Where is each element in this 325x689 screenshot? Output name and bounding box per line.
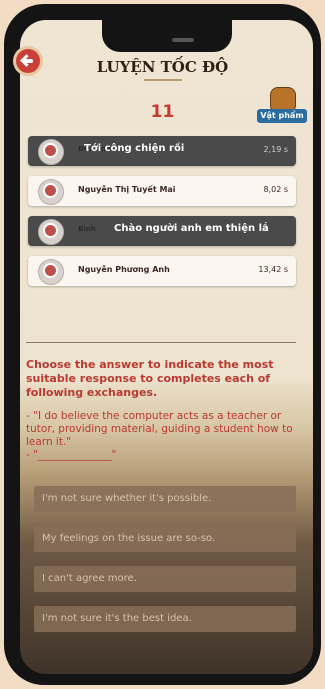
player-time: 2,19 s bbox=[263, 145, 288, 154]
question-instruction: Choose the answer to indicate the most s… bbox=[26, 358, 274, 399]
answer-option[interactable]: I'm not sure whether it's possible. bbox=[34, 486, 296, 512]
leaderboard-row: Nguyễn Thị Tuyết Mai 8,02 s bbox=[28, 176, 296, 206]
avatar bbox=[38, 179, 64, 205]
player-time: 8,02 s bbox=[263, 185, 288, 194]
answer-option[interactable]: My feelings on the issue are so-so. bbox=[34, 526, 296, 552]
title-ornament bbox=[144, 79, 182, 81]
avatar bbox=[38, 259, 64, 285]
leaderboard-row: Nguyễn Phương Anh 13,42 s bbox=[28, 256, 296, 286]
phone-notch bbox=[102, 20, 232, 52]
answer-option[interactable]: I'm not sure it's the best idea. bbox=[34, 606, 296, 632]
chat-bubble: Tới công chiện rồi bbox=[84, 143, 185, 154]
item-bag-button[interactable]: Vật phẩm bbox=[257, 87, 307, 127]
speaker-slot bbox=[172, 38, 194, 42]
answer-option[interactable]: I can't agree more. bbox=[34, 566, 296, 592]
section-divider bbox=[26, 342, 296, 343]
avatar bbox=[38, 139, 64, 165]
player-name: Nguyễn Phương Anh bbox=[78, 265, 170, 274]
leaderboard-row: Đức Anh Tới công chiện rồi 2,19 s bbox=[28, 136, 296, 166]
player-name: Bình bbox=[78, 225, 96, 233]
leaderboard-row: Bình Chào người anh em thiện lắ bbox=[28, 216, 296, 246]
page-title: LUYỆN TỐC ĐỘ bbox=[96, 58, 229, 76]
item-jar-icon bbox=[270, 87, 296, 111]
avatar bbox=[38, 219, 64, 245]
question-prompt: - "I do believe the computer acts as a t… bbox=[26, 410, 298, 462]
prompt-text: - "I do believe the computer acts as a t… bbox=[26, 410, 293, 448]
player-name: Nguyễn Thị Tuyết Mai bbox=[78, 185, 176, 194]
chat-bubble: Chào người anh em thiện lắ bbox=[114, 223, 269, 234]
player-time: 13,42 s bbox=[258, 265, 288, 274]
item-bag-label: Vật phẩm bbox=[257, 109, 307, 123]
answer-blank: - "______________" bbox=[26, 449, 117, 461]
